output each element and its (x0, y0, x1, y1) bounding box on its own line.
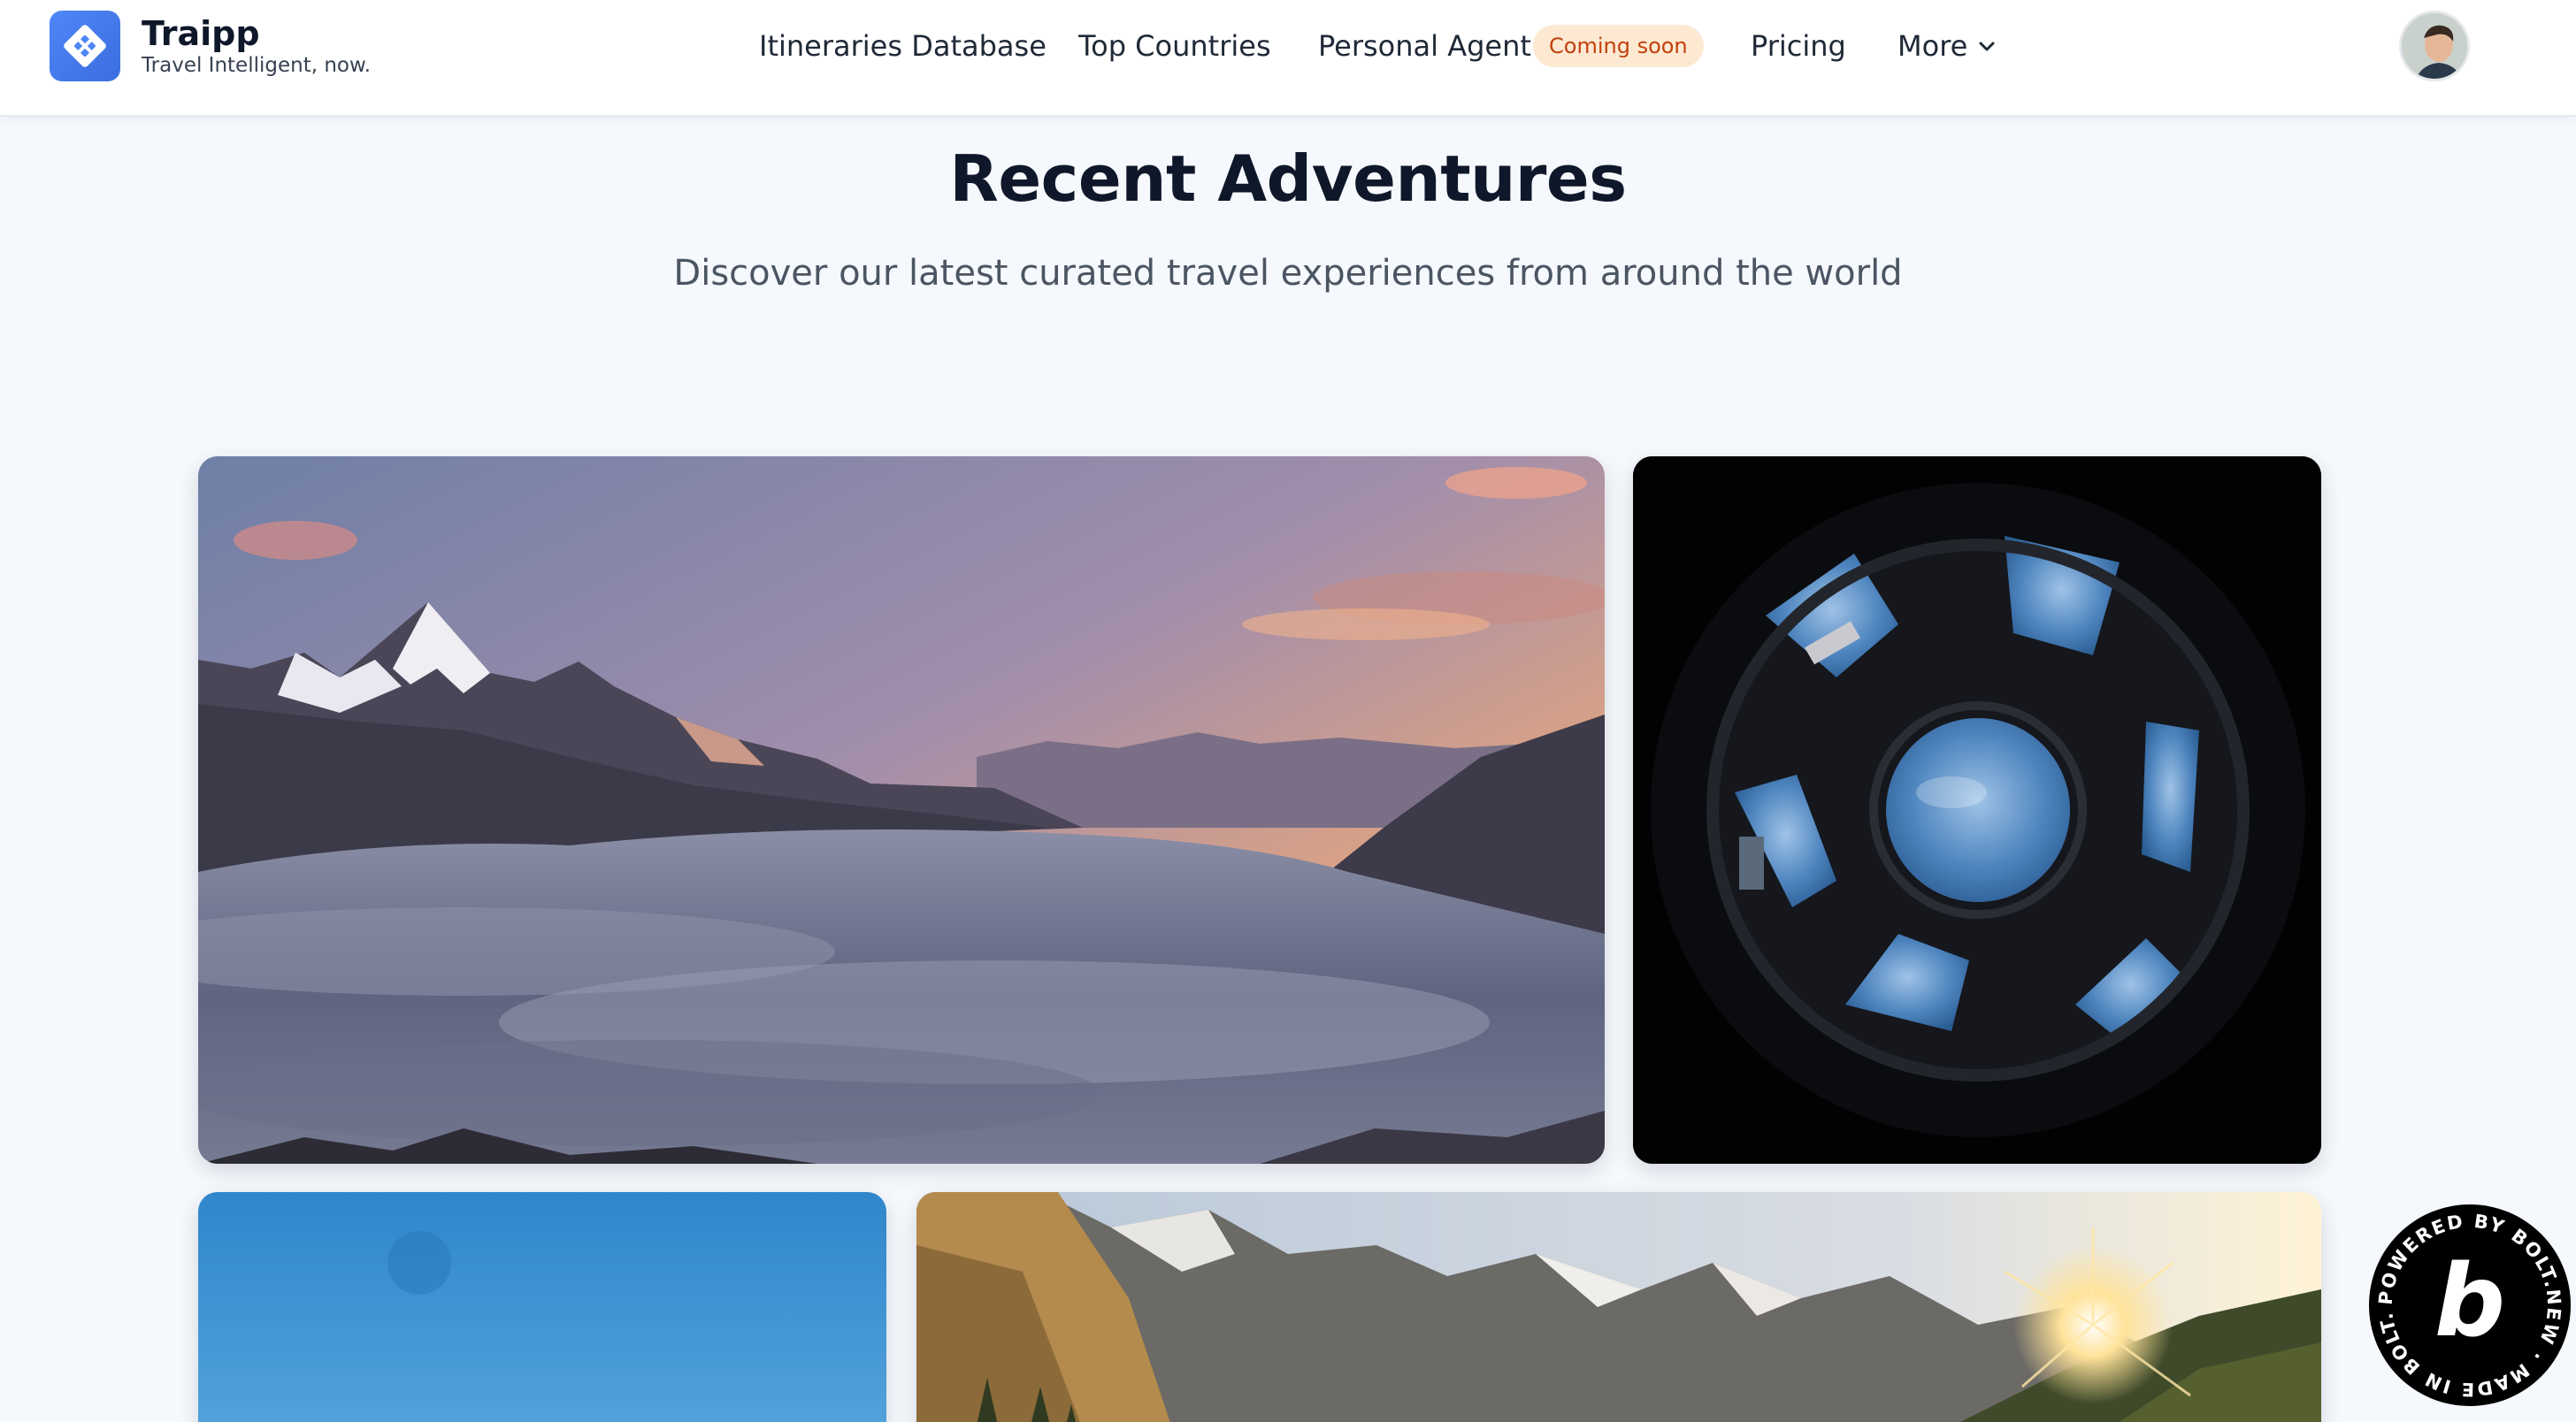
chevron-down-icon[interactable] (1975, 35, 1998, 58)
page-title: Recent Adventures (949, 141, 1627, 216)
adventure-card-space-window[interactable] (1633, 456, 2321, 1164)
mountains-clouds-image (198, 456, 1605, 1164)
traipp-logo-icon (50, 11, 120, 81)
page-subtitle: Discover our latest curated travel exper… (673, 253, 1903, 294)
bolt-logo-icon: b (2434, 1244, 2505, 1359)
brand[interactable]: Traipp Travel Intelligent, now. (50, 11, 371, 81)
page: Traipp Travel Intelligent, now. Itinerar… (0, 0, 2576, 1422)
brand-name: Traipp (142, 14, 260, 53)
bolt-badge[interactable]: POWERED BY BOLT.NEW · MADE IN BOLT.NEW ·… (2358, 1188, 2571, 1406)
nav-itineraries-database[interactable]: Itineraries Database (759, 27, 1046, 65)
mountain-valley-image (916, 1192, 2321, 1422)
brand-tagline: Travel Intelligent, now. (142, 54, 372, 77)
space-window-image (1633, 456, 2321, 1164)
coming-soon-badge: Coming soon (1533, 25, 1704, 67)
adventure-card-blue-sky[interactable] (198, 1192, 886, 1422)
user-avatar[interactable] (2399, 11, 2470, 81)
blue-sky-image (198, 1192, 886, 1422)
top-navbar: Traipp Travel Intelligent, now. Itinerar… (0, 0, 2576, 117)
nav-more[interactable]: More (1898, 27, 1967, 65)
nav-personal-agent[interactable]: Personal Agent (1318, 27, 1531, 65)
adventure-card-mountain-valley[interactable] (916, 1192, 2321, 1422)
nav-top-countries[interactable]: Top Countries (1078, 27, 1271, 65)
adventure-card-mountains-clouds[interactable] (198, 456, 1605, 1164)
nav-pricing[interactable]: Pricing (1751, 27, 1846, 65)
